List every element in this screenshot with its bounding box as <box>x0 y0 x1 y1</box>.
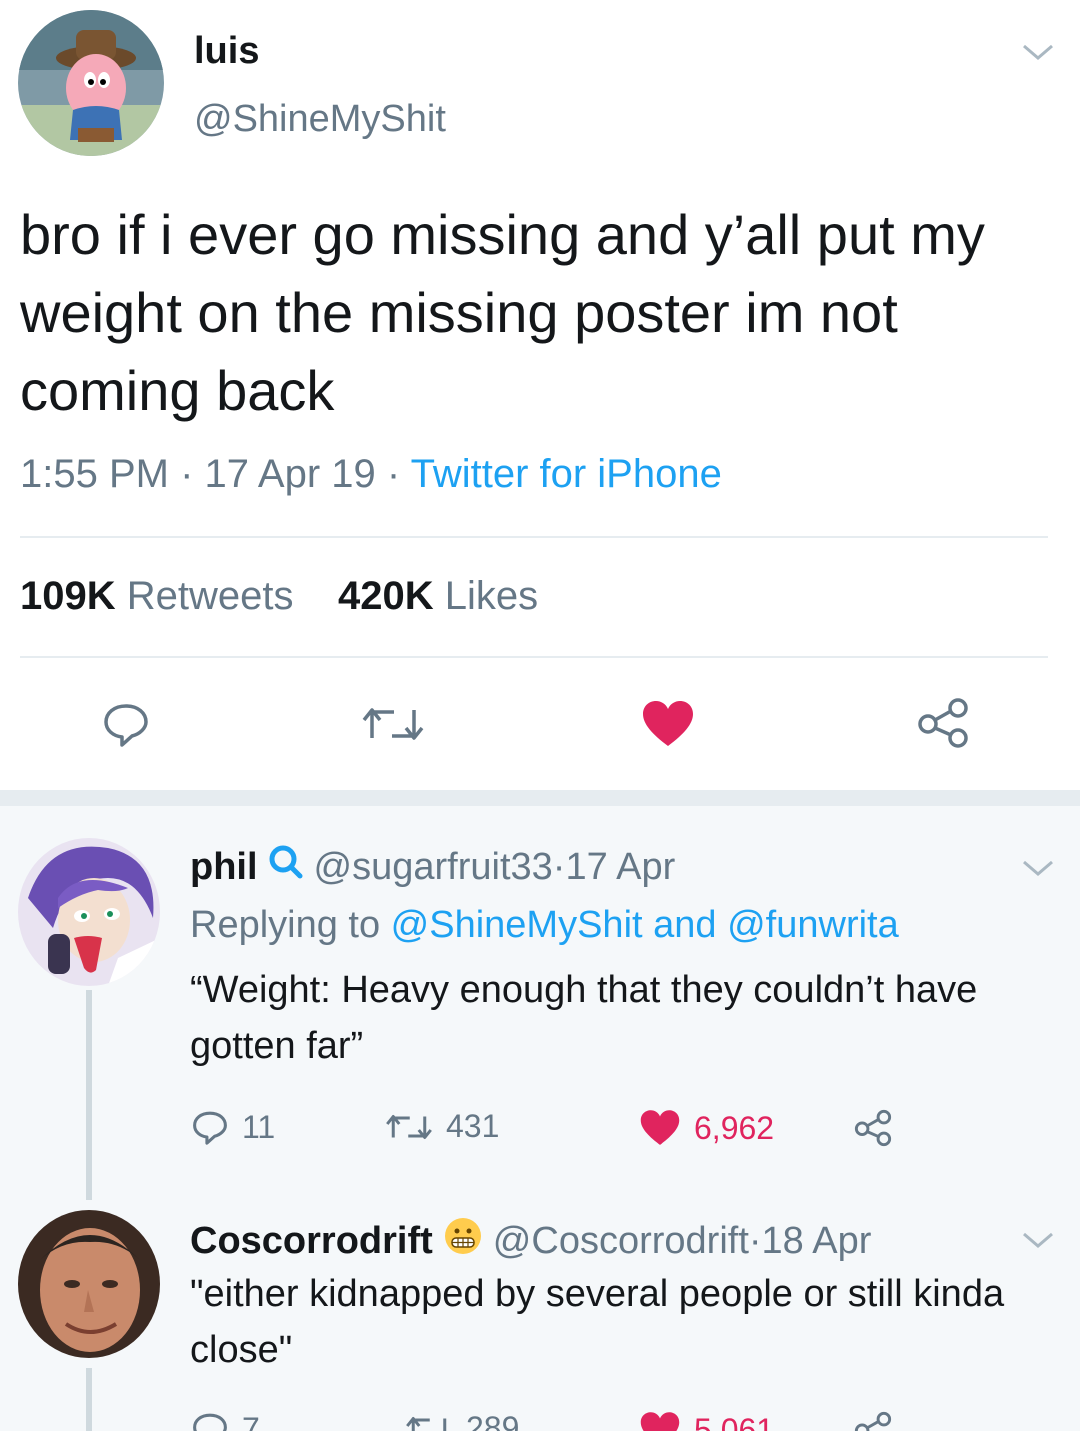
user-handle[interactable]: @Coscorrodrift <box>493 1220 749 1263</box>
display-name[interactable]: phil <box>190 846 258 889</box>
likes-label: Likes <box>444 574 539 618</box>
reply-bubble-icon <box>193 1111 227 1145</box>
retweets-label: Retweets <box>126 574 294 618</box>
meta-separator: · <box>375 452 411 496</box>
reply-actions: 7 289 5,061 <box>190 1410 950 1431</box>
chevron-down-icon[interactable] <box>1018 40 1058 64</box>
like-button[interactable]: 6,962 <box>638 1108 774 1148</box>
likes-stat[interactable]: 420K Likes <box>338 574 538 618</box>
retweet-icon <box>386 1114 432 1139</box>
section-separator <box>0 790 1080 806</box>
avatar[interactable] <box>18 838 160 986</box>
reply-button[interactable]: 7 <box>190 1410 260 1431</box>
reply-header: Coscorrodrift @Coscorrodrift · 18 Apr <box>190 1216 871 1266</box>
user-handle[interactable]: @ShineMyShit <box>194 98 446 141</box>
likes-count: 420K <box>337 574 434 618</box>
thread-line <box>86 990 92 1200</box>
main-tweet: luis @ShineMyShit bro if i ever go missi… <box>0 0 1080 790</box>
divider <box>20 656 1048 658</box>
reply-date[interactable]: 17 Apr <box>565 846 675 889</box>
tweet-stats: 109K Retweets 420K Likes <box>20 574 538 619</box>
share-icon <box>918 698 968 748</box>
reply-bubble-icon <box>193 1413 227 1431</box>
retweet-button[interactable]: 431 <box>384 1108 499 1145</box>
meta-separator: · <box>748 1219 762 1262</box>
reply-text: “Weight: Heavy enough that they couldn’t… <box>190 969 978 1067</box>
reply-count: 11 <box>242 1108 276 1145</box>
reply-date[interactable]: 18 Apr <box>762 1220 872 1263</box>
thread-line <box>86 1368 92 1431</box>
tweet-text: bro if i ever go missing and y’all put m… <box>20 203 985 422</box>
display-name[interactable]: luis <box>194 30 259 73</box>
chevron-down-icon[interactable] <box>1018 1228 1058 1252</box>
retweet-icon <box>406 1416 451 1431</box>
meta-separator: · <box>552 845 566 888</box>
avatar[interactable] <box>18 10 164 156</box>
reply-header: phil @sugarfruit33 · 17 Apr <box>190 844 675 890</box>
share-button[interactable] <box>852 1410 906 1431</box>
retweet-button[interactable] <box>360 704 426 744</box>
tweet-source-link[interactable]: Twitter for iPhone <box>411 452 722 496</box>
reply-text: "either kidnapped by several people or s… <box>190 1273 1005 1371</box>
retweet-count: 431 <box>446 1108 500 1144</box>
divider <box>20 536 1048 538</box>
user-handle[interactable]: @sugarfruit33 <box>314 846 553 889</box>
reply-actions: 11 431 6,962 <box>190 1108 950 1148</box>
share-icon <box>854 1411 892 1431</box>
avatar[interactable] <box>18 1210 160 1358</box>
mention-link[interactable]: @funwrita <box>727 904 899 946</box>
like-button[interactable]: 5,061 <box>638 1410 774 1431</box>
retweet-button[interactable]: 289 <box>404 1410 519 1431</box>
like-button[interactable] <box>640 698 696 750</box>
mention-link[interactable]: @ShineMyShit <box>391 904 643 946</box>
replying-to: Replying to @ShineMyShit and @funwrita <box>190 904 899 947</box>
tweet-time: 1:55 PM <box>20 452 169 496</box>
display-name[interactable]: Coscorrodrift <box>190 1220 433 1263</box>
retweets-count: 109K <box>20 574 116 618</box>
reply-bubble-icon <box>104 704 148 747</box>
magnifier-badge-icon <box>268 844 304 890</box>
reply-button[interactable]: 11 <box>190 1108 275 1146</box>
tweet-date[interactable]: 17 Apr 19 <box>205 452 376 496</box>
retweets-stat[interactable]: 109K Retweets <box>20 574 294 618</box>
reply-count: 7 <box>242 1410 260 1431</box>
replies-section: phil @sugarfruit33 · 17 Apr Replying to … <box>0 806 1080 1431</box>
meta-separator: · <box>168 452 205 496</box>
like-count: 5,061 <box>694 1411 775 1431</box>
chevron-down-icon[interactable] <box>1018 856 1058 880</box>
grimace-emoji-icon <box>443 1216 483 1266</box>
share-button[interactable] <box>914 696 972 750</box>
share-button[interactable] <box>852 1108 906 1148</box>
replying-prefix: Replying to <box>190 904 391 946</box>
mention-join: and <box>642 904 728 946</box>
heart-icon <box>640 1412 680 1431</box>
like-count: 6,962 <box>694 1109 775 1146</box>
reply-button[interactable] <box>100 700 152 748</box>
heart-icon <box>643 701 693 746</box>
tweet-meta: 1:55 PM · 17 Apr 19 · Twitter for iPhone <box>20 452 722 497</box>
heart-icon <box>640 1110 680 1145</box>
retweet-icon <box>362 708 424 740</box>
share-icon <box>854 1109 892 1147</box>
retweet-count: 289 <box>466 1410 520 1431</box>
